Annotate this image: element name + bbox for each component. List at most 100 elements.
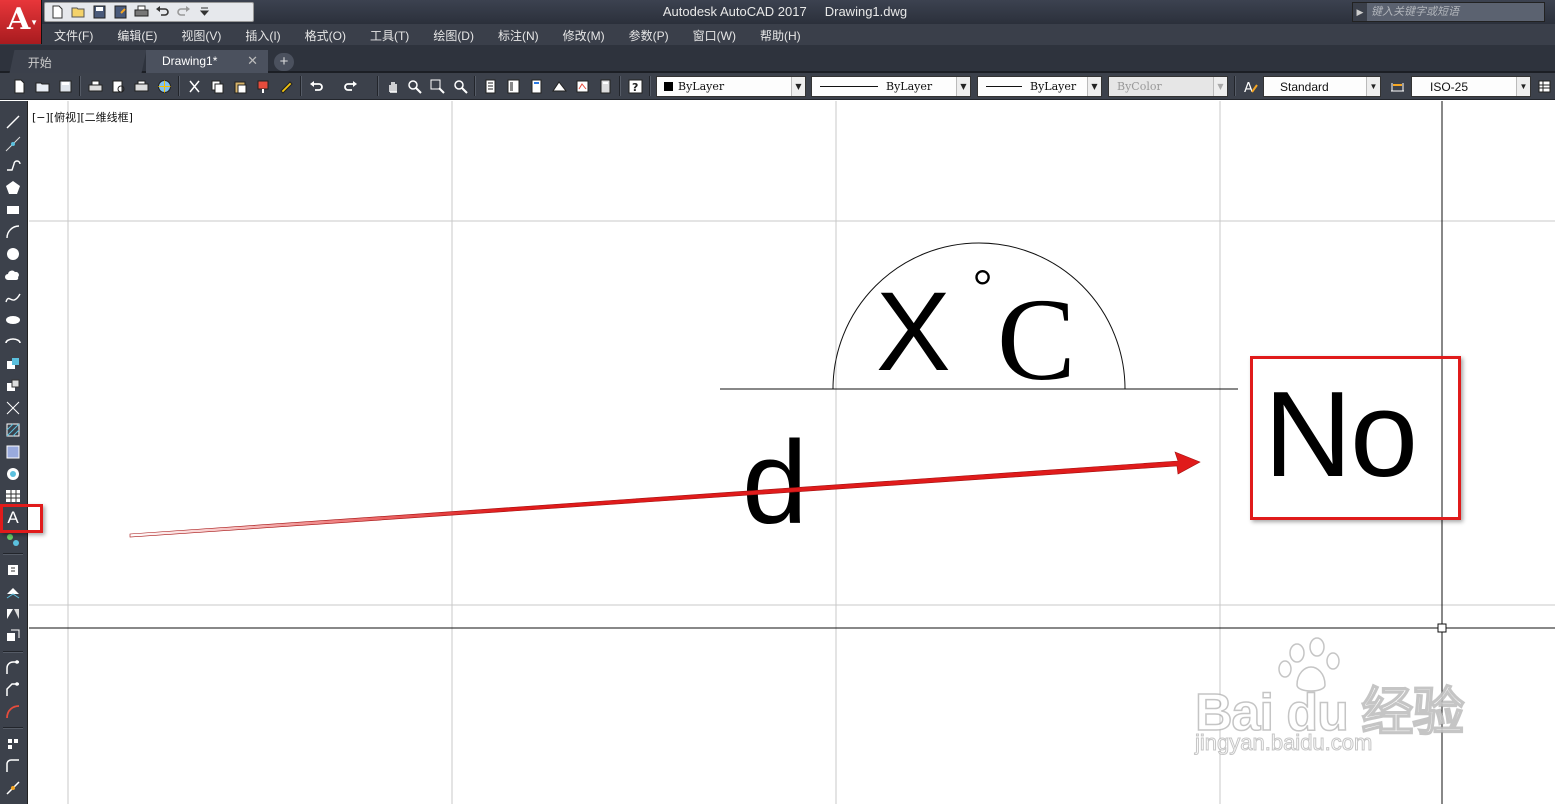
make-block-icon[interactable] [4, 377, 22, 395]
menu-tools[interactable]: 工具(T) [358, 24, 421, 45]
menu-window[interactable]: 窗口(W) [681, 24, 748, 45]
menu-dimension[interactable]: 标注(N) [486, 24, 551, 45]
publish-icon[interactable] [132, 77, 150, 95]
menu-file[interactable]: 文件(F) [42, 24, 105, 45]
ellipse-arc-icon[interactable] [4, 333, 22, 351]
search-expand-icon[interactable]: ▶ [1353, 3, 1367, 21]
region-icon[interactable] [4, 465, 22, 483]
save-as-icon[interactable] [112, 5, 129, 20]
match-properties-icon[interactable] [254, 77, 272, 95]
save-file-icon[interactable] [56, 77, 74, 95]
plot-icon[interactable] [133, 5, 150, 20]
print-icon[interactable] [86, 77, 104, 95]
close-tab-icon[interactable]: ✕ [247, 53, 258, 69]
table-icon[interactable] [4, 487, 22, 505]
design-center-icon[interactable] [504, 77, 522, 95]
blend-curves-icon[interactable] [4, 703, 22, 721]
help-icon[interactable]: ? [626, 77, 644, 95]
chamfer-icon[interactable] [4, 681, 22, 699]
tool-palettes-icon[interactable] [527, 77, 545, 95]
new-tab-button[interactable]: + [274, 53, 294, 71]
mirror-icon[interactable] [4, 605, 22, 623]
linetype-control[interactable]: ByLayer ▼ [811, 76, 971, 97]
menu-parametric[interactable]: 参数(P) [617, 24, 681, 45]
toolbar-separator [377, 76, 379, 96]
menu-edit[interactable]: 编辑(E) [105, 24, 169, 45]
plot-preview-icon[interactable] [109, 77, 127, 95]
application-menu-button[interactable]: A ▼ [0, 0, 42, 44]
tab-drawing1[interactable]: Drawing1* ✕ [146, 50, 268, 73]
tab-start[interactable]: 开始 [9, 50, 147, 73]
zoom-window-icon[interactable] [428, 77, 446, 95]
text-style-control[interactable]: Standard ▼ [1263, 76, 1381, 97]
copy-icon[interactable] [208, 77, 226, 95]
pan-icon[interactable] [384, 77, 402, 95]
menu-draw[interactable]: 绘图(D) [421, 24, 486, 45]
undo-toolbar-icon[interactable] [307, 77, 325, 95]
sheet-set-icon[interactable] [550, 77, 568, 95]
zoom-previous-icon[interactable] [451, 77, 469, 95]
redo-toolbar-icon[interactable] [341, 77, 359, 95]
point-icon[interactable] [4, 399, 22, 417]
offset-icon[interactable] [4, 627, 22, 645]
insert-block-icon[interactable] [4, 355, 22, 373]
search-input[interactable] [1367, 4, 1544, 20]
fillet-icon[interactable] [4, 659, 22, 677]
customize-icon[interactable] [196, 5, 213, 20]
paste-icon[interactable] [231, 77, 249, 95]
zoom-realtime-icon[interactable] [405, 77, 423, 95]
open-icon[interactable] [70, 5, 87, 20]
spline-icon[interactable] [4, 289, 22, 307]
lineweight-control[interactable]: ByLayer ▼ [977, 76, 1102, 97]
ellipse-icon[interactable] [4, 311, 22, 329]
chevron-down-icon: ▼ [1516, 77, 1530, 96]
text-style-icon[interactable]: A [1241, 77, 1259, 95]
menu-bar: 文件(F) 编辑(E) 视图(V) 插入(I) 格式(O) 工具(T) 绘图(D… [0, 24, 1555, 45]
undo-icon[interactable] [154, 5, 171, 20]
dimension-style-icon[interactable] [1388, 77, 1406, 95]
arc-icon[interactable] [4, 223, 22, 241]
chevron-down-icon: ▼ [30, 18, 38, 27]
3d-print-icon[interactable] [155, 77, 173, 95]
circle-icon[interactable] [4, 245, 22, 263]
erase-icon[interactable] [4, 561, 22, 579]
menu-modify[interactable]: 修改(M) [551, 24, 617, 45]
rectangle-icon[interactable] [4, 201, 22, 219]
qnew-icon[interactable] [10, 77, 28, 95]
menu-insert[interactable]: 插入(I) [233, 24, 292, 45]
open-file-icon[interactable] [33, 77, 51, 95]
construction-line-icon[interactable] [4, 135, 22, 153]
polygon-icon[interactable] [4, 179, 22, 197]
markup-icon[interactable] [573, 77, 591, 95]
save-icon[interactable] [91, 5, 108, 20]
watermark-url: jingyan.baidu.com [1194, 730, 1373, 756]
menu-format[interactable]: 格式(O) [293, 24, 358, 45]
hatch-icon[interactable] [4, 421, 22, 439]
search-box: ▶ [1352, 2, 1545, 22]
array-icon[interactable] [4, 735, 22, 753]
color-control[interactable]: ByLayer ▼ [656, 76, 806, 97]
viewport-controls[interactable]: [−][俯视][二维线框] [32, 109, 133, 125]
block-editor-icon[interactable] [277, 77, 295, 95]
toolbar-separator [3, 727, 23, 729]
join-icon[interactable] [4, 757, 22, 775]
redo-icon[interactable] [175, 5, 192, 20]
cut-icon[interactable] [185, 77, 203, 95]
calculator-icon[interactable] [596, 77, 614, 95]
dimension-style-control[interactable]: ISO-25 ▼ [1411, 76, 1531, 97]
line-icon[interactable] [4, 113, 22, 131]
table-style-icon[interactable] [1535, 77, 1553, 95]
menu-view[interactable]: 视图(V) [169, 24, 233, 45]
color-value: ByLayer [678, 80, 725, 93]
properties-icon[interactable] [481, 77, 499, 95]
new-icon[interactable] [49, 5, 66, 20]
plot-style-control[interactable]: ByColor ▼ [1108, 76, 1228, 97]
copy-object-icon[interactable] [4, 583, 22, 601]
explode-icon[interactable] [4, 779, 22, 797]
revision-cloud-icon[interactable] [4, 267, 22, 285]
gradient-icon[interactable] [4, 443, 22, 461]
menu-help[interactable]: 帮助(H) [748, 24, 813, 45]
add-selected-icon[interactable] [4, 531, 22, 549]
polyline-icon[interactable] [4, 157, 22, 175]
tab-start-label: 开始 [27, 56, 52, 70]
